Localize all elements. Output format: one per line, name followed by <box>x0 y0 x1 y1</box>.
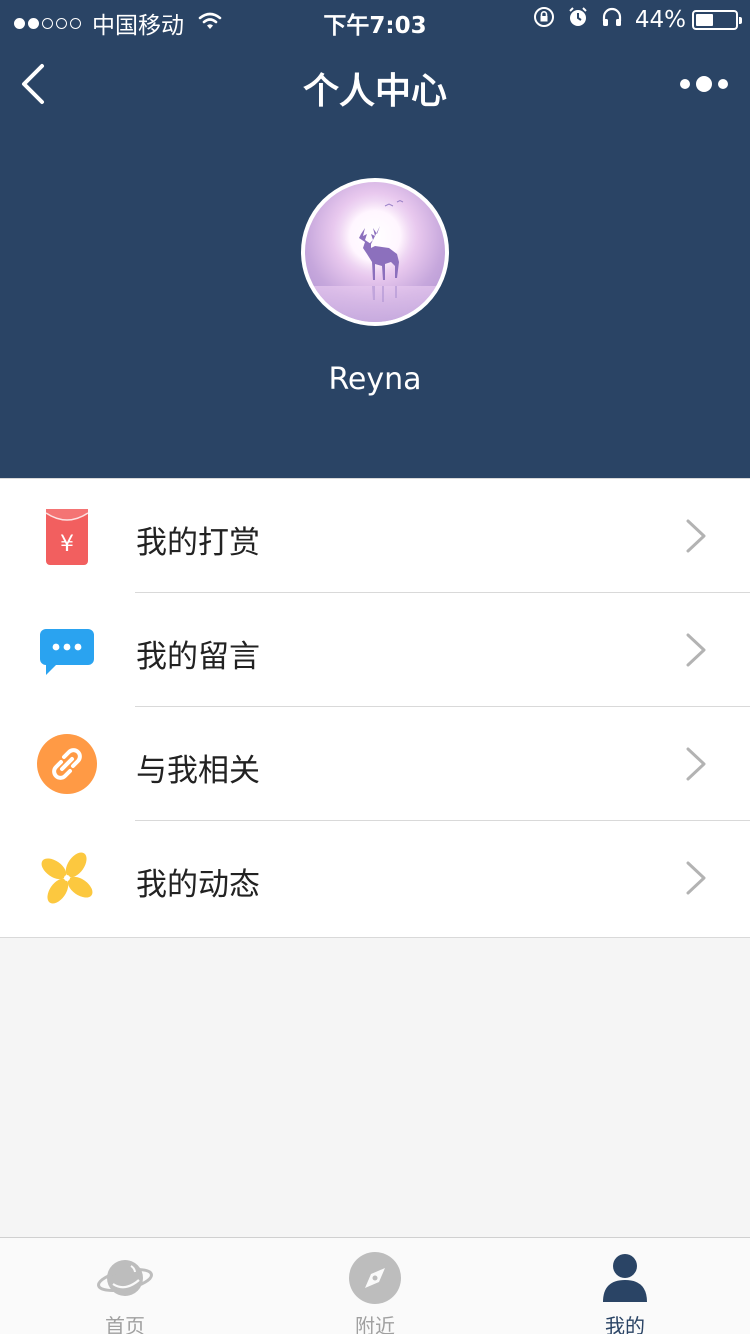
compass-icon <box>347 1250 403 1306</box>
link-icon <box>36 733 98 795</box>
profile-header: 中国移动 下午7:03 44% 个人中心 Reyna <box>0 0 750 478</box>
menu-item-rewards[interactable]: ¥ 我的打赏 <box>0 479 750 593</box>
menu-item-label: 我的打赏 <box>136 525 260 561</box>
nav-bar: 个人中心 <box>0 40 750 128</box>
tab-bar: 首页 附近 我的 <box>0 1237 750 1334</box>
pinwheel-icon <box>36 847 98 909</box>
menu-item-label: 我的留言 <box>136 639 260 675</box>
menu-item-label: 与我相关 <box>136 753 260 789</box>
svg-text:¥: ¥ <box>60 532 74 557</box>
planet-icon <box>97 1250 153 1306</box>
battery-fill <box>696 14 713 26</box>
chevron-right-icon <box>684 631 708 669</box>
menu-item-label: 我的动态 <box>136 867 260 903</box>
menu-item-messages[interactable]: 我的留言 <box>0 593 750 707</box>
chevron-right-icon <box>684 859 708 897</box>
headphones-icon <box>601 6 623 34</box>
rotation-lock-icon <box>533 6 555 34</box>
menu-item-activity[interactable]: 我的动态 <box>0 821 750 935</box>
menu-item-related[interactable]: 与我相关 <box>0 707 750 821</box>
status-bar: 中国移动 下午7:03 44% <box>0 0 750 40</box>
tab-home[interactable]: 首页 <box>0 1238 250 1334</box>
menu-list: ¥ 我的打赏 我的留言 与我相关 我的动态 <box>0 478 750 938</box>
status-right: 44% <box>521 6 742 34</box>
chevron-right-icon <box>684 517 708 555</box>
more-dot <box>718 79 728 89</box>
username: Reyna <box>328 362 422 397</box>
more-dot <box>696 76 712 92</box>
battery-cap <box>739 17 742 24</box>
tab-label: 首页 <box>105 1314 145 1334</box>
more-dot <box>680 79 690 89</box>
user-icon <box>597 1250 653 1306</box>
chevron-right-icon <box>684 745 708 783</box>
deer-moon-avatar <box>305 199 445 322</box>
tab-label: 我的 <box>605 1314 645 1334</box>
battery-icon <box>692 10 742 30</box>
tab-me[interactable]: 我的 <box>500 1238 750 1334</box>
tab-label: 附近 <box>355 1314 395 1334</box>
battery-percent: 44% <box>634 7 686 33</box>
tab-nearby[interactable]: 附近 <box>250 1238 500 1334</box>
more-dots-icon[interactable] <box>674 72 728 96</box>
alarm-icon <box>567 6 589 34</box>
message-bubble-icon <box>36 619 98 681</box>
avatar[interactable] <box>301 178 449 326</box>
red-envelope-icon: ¥ <box>36 505 98 567</box>
page-title: 个人中心 <box>302 71 447 112</box>
